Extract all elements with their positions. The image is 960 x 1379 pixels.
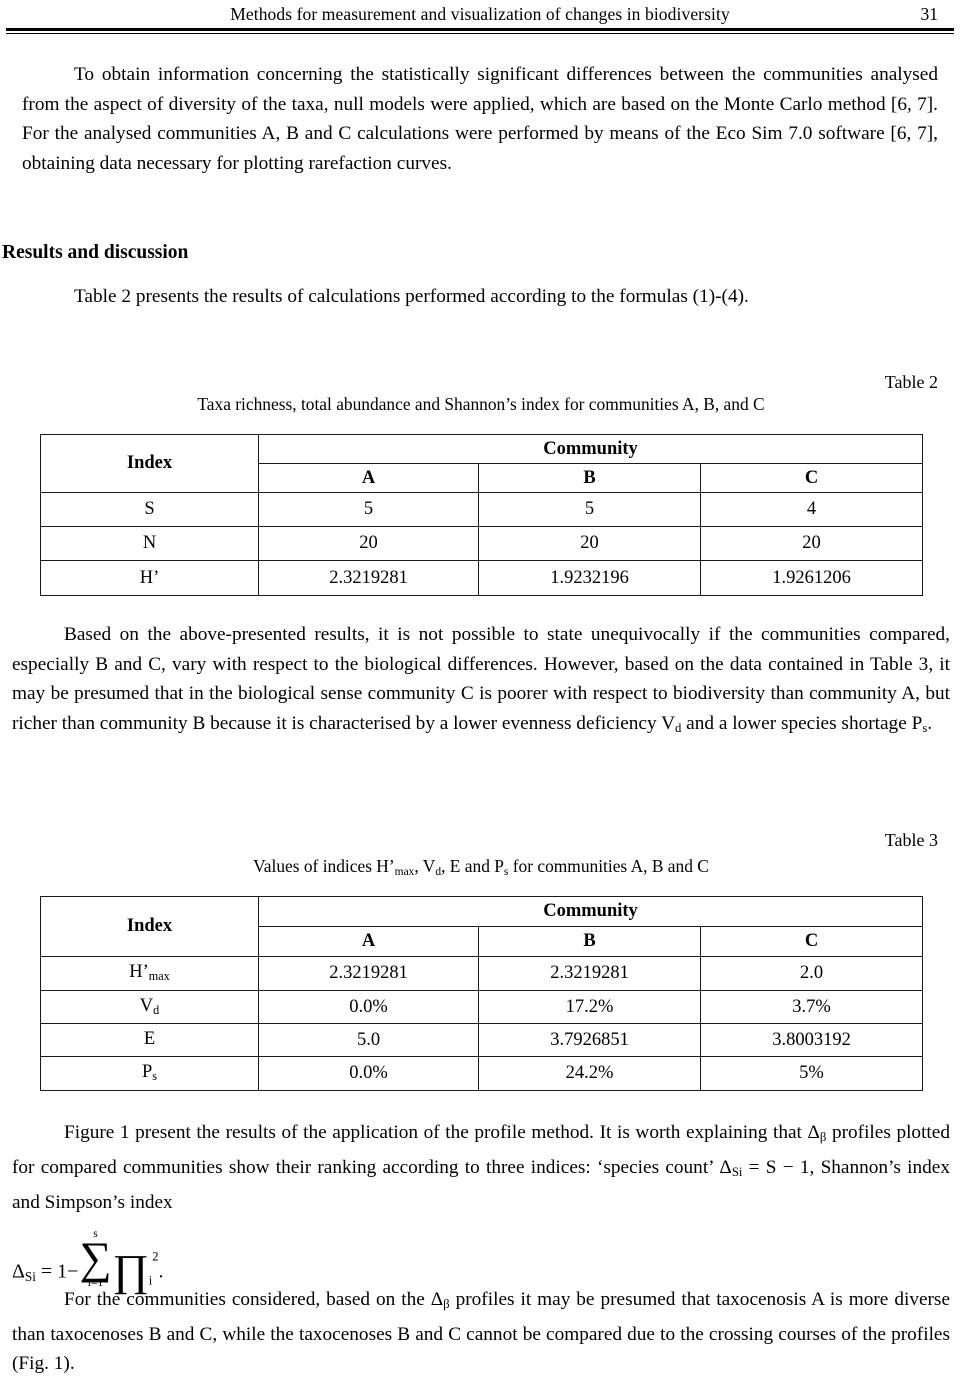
table2-header-row-1: Index Community — [40, 434, 924, 493]
table2-row0-b: 5 — [478, 492, 701, 527]
table-row: H’max 2.3219281 2.3219281 2.0 — [40, 956, 924, 991]
table3-row0-c: 2.0 — [699, 956, 924, 991]
table3-row3-c: 5% — [699, 1056, 924, 1091]
running-head-title: Methods for measurement and visualizatio… — [230, 4, 730, 24]
table2-row0-c: 4 — [699, 492, 924, 527]
table3-row3-b: 24.2% — [478, 1056, 701, 1091]
table3-row3-index-sub: s — [152, 1069, 158, 1084]
table3-row1-c: 3.7% — [699, 990, 924, 1024]
table2-caption: Taxa richness, total abundance and Shann… — [197, 394, 765, 414]
table3-row2-b: 3.7926851 — [478, 1023, 701, 1057]
table3-row0-index: H’max — [40, 956, 259, 991]
table-row: Vd 0.0% 17.2% 3.7% — [40, 990, 924, 1024]
table2-row0-a: 5 — [258, 492, 479, 527]
table2-column-a: A — [258, 463, 479, 493]
table3-row2-index: E — [40, 1023, 259, 1057]
table3-row0-index-text: H’ — [129, 962, 149, 983]
table3-row0-a: 2.3219281 — [258, 956, 479, 991]
paragraph-figure1: Figure 1 present the results of the appl… — [12, 1118, 950, 1217]
sigma-icon: ∑ — [79, 1233, 112, 1284]
paragraph-conclusion: For the communities considered, based on… — [12, 1285, 950, 1379]
paragraph-figure1-a: Figure 1 present the results of the appl… — [64, 1122, 820, 1143]
table2-row1-c: 20 — [699, 526, 924, 561]
table2-number-label: Table 2 — [884, 372, 938, 392]
table3-row3-index-text: P — [141, 1062, 153, 1083]
table2-column-b: B — [478, 463, 701, 493]
formula-equals: = 1− — [35, 1260, 79, 1283]
table3-column-c: C — [699, 926, 924, 957]
table-2: Index Community A B C S 5 5 4 N 20 20 20 — [40, 434, 924, 596]
table3-header-community: Community — [257, 896, 924, 927]
table2-header-community: Community — [257, 434, 924, 464]
formula-lhs: Δ — [12, 1260, 25, 1283]
paragraph-conclusion-a: For the communities considered, based on… — [64, 1289, 444, 1310]
table2-column-c: C — [699, 463, 924, 493]
hmax-subscript: max — [394, 865, 415, 878]
table3-caption: Values of indices H’max, Vd, E and Ps fo… — [40, 856, 922, 878]
section-heading-results: Results and discussion — [2, 242, 189, 263]
table-row: S 5 5 4 — [40, 492, 924, 527]
table3-row0-b: 2.3219281 — [478, 956, 701, 991]
table3-row2-c: 3.8003192 — [699, 1023, 924, 1057]
formula-period: . — [158, 1260, 164, 1283]
table3-header-row-1: Index Community — [40, 896, 924, 957]
table3-caption-d: for communities A, B and C — [508, 856, 709, 876]
paragraph-results-end: . — [927, 712, 933, 734]
table3-row1-index-text: V — [139, 995, 154, 1016]
paragraph-results-discussion: Based on the above-presented results, it… — [12, 620, 950, 744]
table3-row2-a: 5.0 — [258, 1023, 479, 1057]
table2-row1-a: 20 — [258, 526, 479, 561]
table-3: Index Community A B C H’max 2.3219281 2.… — [40, 896, 924, 1091]
table3-caption-c: , E and P — [441, 856, 504, 876]
table3-column-a: A — [258, 926, 479, 957]
page-number: 31 — [920, 4, 939, 24]
table2-row2-index: H’ — [40, 560, 259, 596]
table-row: Ps 0.0% 24.2% 5% — [40, 1056, 924, 1091]
table3-row1-a: 0.0% — [258, 990, 479, 1024]
paragraph-intro: To obtain information concerning the sta… — [22, 64, 938, 174]
table3-row3-index: Ps — [40, 1056, 259, 1091]
table3-number-label: Table 3 — [884, 830, 938, 850]
table3-row1-index-sub: d — [153, 1003, 160, 1018]
table3-header-index: Index — [40, 896, 259, 957]
table2-row1-index: N — [40, 526, 259, 561]
table3-row1-b: 17.2% — [478, 990, 701, 1024]
document-page: Methods for measurement and visualizatio… — [0, 0, 960, 1374]
table-row: E 5.0 3.7926851 3.8003192 — [40, 1023, 924, 1057]
table2-row0-index: S — [40, 492, 259, 527]
table3-caption-a: Values of indices H’ — [253, 856, 395, 876]
table3-caption-b: , V — [414, 856, 436, 876]
table-row: H’ 2.3219281 1.9232196 1.9261206 — [40, 560, 924, 596]
simpson-index-formula: ΔSi = 1− s ∑ i=1 ∏i2. — [12, 1228, 164, 1296]
paragraph-results-cont: and a lower species shortage P — [681, 712, 923, 734]
table2-row2-b: 1.9232196 — [478, 560, 701, 596]
table2-header-index: Index — [40, 434, 259, 493]
summation-operator: s ∑ i=1 — [79, 1228, 111, 1289]
table3-row0-index-sub: max — [148, 969, 170, 984]
paragraph-table2-intro: Table 2 presents the results of calculat… — [74, 286, 749, 307]
table2-row2-a: 2.3219281 — [258, 560, 479, 596]
table3-row2-index-text: E — [143, 1028, 156, 1049]
table3-row1-index: Vd — [40, 990, 259, 1024]
table2-row2-c: 1.9261206 — [699, 560, 924, 596]
table-row: N 20 20 20 — [40, 526, 924, 561]
delta-si-subscript: Si — [731, 1164, 743, 1179]
table3-row3-a: 0.0% — [258, 1056, 479, 1091]
table2-row1-b: 20 — [478, 526, 701, 561]
formula-lhs-sub: Si — [24, 1268, 36, 1284]
header-rule-thick — [6, 28, 954, 31]
table3-column-b: B — [478, 926, 701, 957]
pi-icon: ∏ — [112, 1246, 149, 1296]
header-rule-thin — [6, 33, 954, 34]
